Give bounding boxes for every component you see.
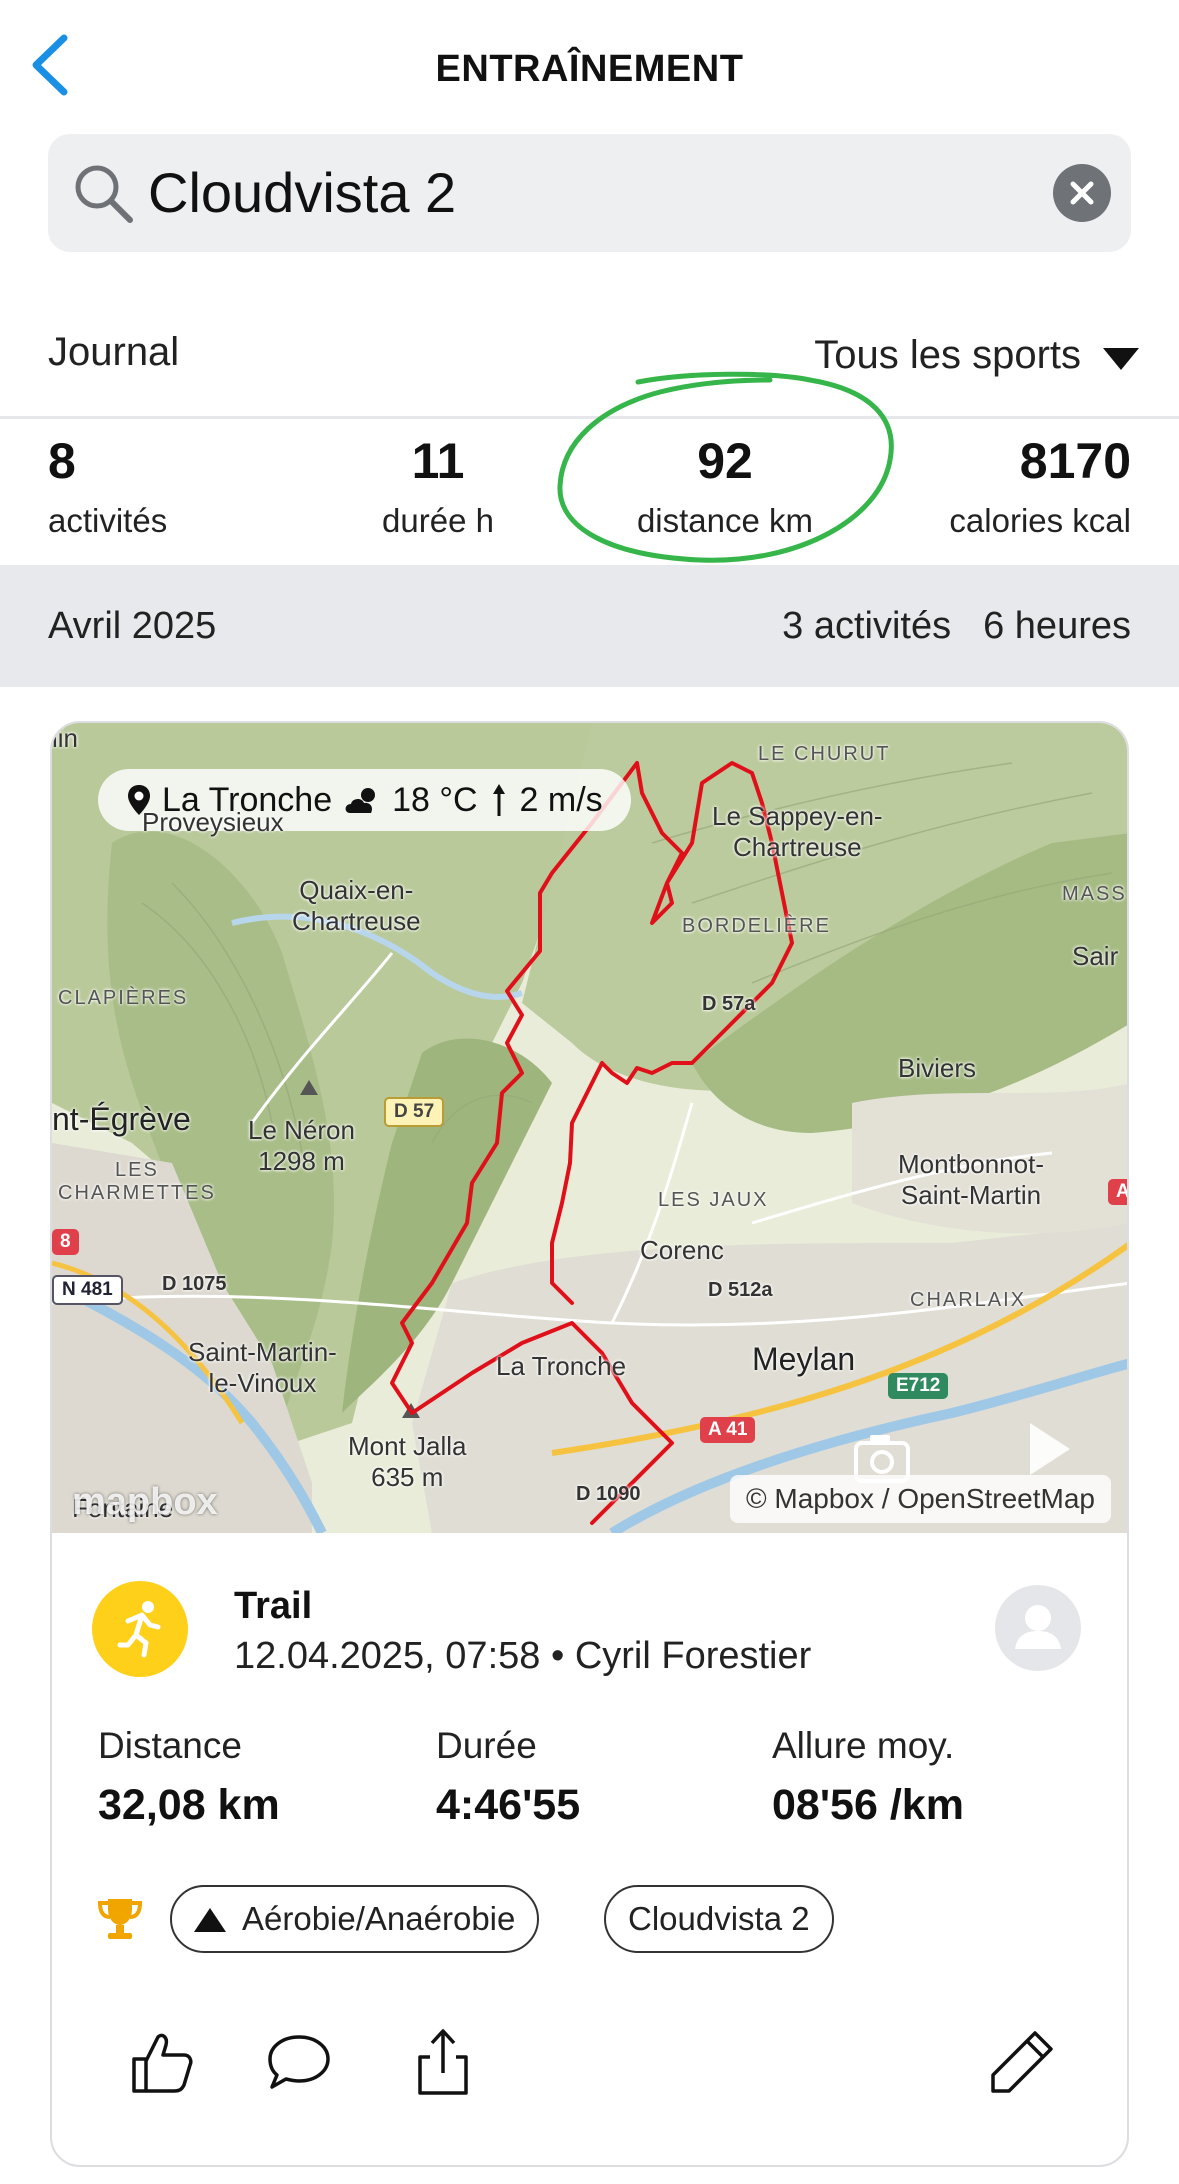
- trail-running-icon: [92, 1581, 188, 1677]
- route-map[interactable]: La Tronche 18 °C 2 m/s Proveysieux lin Q…: [52, 723, 1127, 1533]
- weather-wind: 2 m/s: [519, 780, 603, 819]
- search-icon: [75, 165, 133, 223]
- top-bar: ENTRAÎNEMENT: [0, 0, 1179, 130]
- tag-gear[interactable]: Cloudvista 2: [604, 1885, 834, 1953]
- stat-value: 8170: [1019, 433, 1131, 489]
- road-label: D 512a: [708, 1279, 773, 1301]
- map-attribution[interactable]: © Mapbox / OpenStreetMap: [729, 1475, 1111, 1523]
- stat-label: durée h: [382, 502, 494, 539]
- metric-duration: Durée 4:46'55: [436, 1725, 580, 1830]
- map-label: Meylan: [752, 1341, 856, 1377]
- map-label: LE CHURUT: [758, 743, 891, 765]
- map-label: Quaix-en- Chartreuse: [292, 875, 421, 936]
- search-input[interactable]: Cloudvista 2: [148, 160, 456, 226]
- activity-card[interactable]: La Tronche 18 °C 2 m/s Proveysieux lin Q…: [50, 721, 1129, 2167]
- map-label: Mont Jalla 635 m: [348, 1431, 467, 1492]
- trophy-icon: [98, 1899, 142, 1939]
- metric-value: 32,08 km: [98, 1781, 280, 1829]
- map-label: nt-Égrève: [52, 1101, 191, 1137]
- map-label: CHARLAIX: [910, 1289, 1027, 1311]
- road-label: D 1090: [576, 1483, 641, 1505]
- close-icon: [1070, 181, 1094, 205]
- map-label: Proveysieux: [142, 807, 284, 837]
- stat-calories: 8170 calories kcal: [949, 432, 1131, 540]
- stat-label: distance km: [636, 502, 814, 539]
- road-shield: A 41: [700, 1417, 756, 1443]
- stat-value: 8: [48, 433, 76, 489]
- map-label: BORDELIÈRE: [682, 915, 831, 937]
- stat-distance: 92 distance km: [620, 432, 830, 540]
- stat-label: activités: [48, 502, 168, 539]
- map-label: LES JAUX: [658, 1189, 769, 1211]
- map-label: Saint-Martin- le-Vinoux: [188, 1337, 337, 1398]
- stat-activities: 8 activités: [48, 432, 167, 540]
- month-label: Avril 2025: [48, 605, 217, 647]
- tag-label: Aérobie/Anaérobie: [242, 1900, 516, 1937]
- chevron-down-icon[interactable]: [1103, 348, 1139, 370]
- map-label: Biviers: [898, 1053, 977, 1083]
- divider: [0, 416, 1179, 419]
- user-icon: [1015, 1605, 1061, 1649]
- activity-date-author: 12.04.2025, 07:58 • Cyril Forestier: [234, 1635, 812, 1677]
- metric-label: Allure moy.: [772, 1725, 955, 1766]
- month-header: Avril 2025 3 activités 6 heures: [0, 565, 1179, 687]
- map-label: Le Sappey-en- Chartreuse: [712, 801, 883, 862]
- road-shield: 8: [52, 1229, 79, 1255]
- month-activities: 3 activités: [782, 605, 952, 647]
- tag-aerobic[interactable]: Aérobie/Anaérobie: [170, 1885, 540, 1953]
- stat-duration: 11 durée h: [378, 432, 498, 540]
- metric-label: Durée: [436, 1725, 537, 1766]
- cloud-sun-icon: [345, 788, 376, 813]
- runner-icon: [117, 1601, 161, 1658]
- map-background: [52, 723, 1127, 1533]
- metric-label: Distance: [98, 1725, 242, 1766]
- stat-label: calories kcal: [949, 502, 1131, 539]
- map-label: Montbonnot- Saint-Martin: [898, 1149, 1044, 1210]
- map-label: Sair: [1072, 941, 1119, 971]
- month-hours: 6 heures: [983, 605, 1131, 647]
- map-label: MASS: [1062, 883, 1127, 905]
- wind-arrow-icon: [492, 784, 505, 816]
- road-shield: D 57: [384, 1097, 445, 1127]
- road-shield: N 481: [52, 1275, 123, 1305]
- share-icon[interactable]: [408, 2027, 478, 2097]
- play-icon[interactable]: [1030, 1423, 1070, 1475]
- map-label: Le Néron 1298 m: [248, 1115, 355, 1176]
- stat-value: 92: [697, 433, 753, 489]
- like-icon[interactable]: [126, 2027, 196, 2097]
- month-stats: 3 activités 6 heures: [782, 605, 1131, 648]
- map-label: CLAPIÈRES: [58, 987, 189, 1009]
- road-label: D 1075: [162, 1273, 227, 1295]
- stat-value: 11: [411, 433, 465, 489]
- map-label: LES CHARMETTES: [58, 1159, 216, 1204]
- search-bar[interactable]: Cloudvista 2: [48, 134, 1131, 252]
- road-shield: A: [1108, 1179, 1127, 1205]
- triangle-icon: [194, 1908, 226, 1932]
- edit-pencil-icon[interactable]: [987, 2027, 1057, 2097]
- page-title: ENTRAÎNEMENT: [435, 48, 744, 90]
- metric-pace: Allure moy. 08'56 /km: [772, 1725, 964, 1830]
- map-label: Corenc: [640, 1235, 724, 1265]
- metric-value: 08'56 /km: [772, 1781, 964, 1829]
- weather-temperature: 18 °C: [392, 780, 478, 819]
- journal-label: Journal: [48, 330, 180, 374]
- tag-label: Cloudvista 2: [628, 1900, 810, 1937]
- metric-value: 4:46'55: [436, 1781, 581, 1829]
- road-label: D 57a: [702, 993, 756, 1015]
- clear-search-button[interactable]: [1053, 164, 1111, 222]
- comment-icon[interactable]: [264, 2027, 334, 2097]
- road-shield: E712: [888, 1373, 949, 1399]
- metric-distance: Distance 32,08 km: [98, 1725, 280, 1830]
- map-label: La Tronche: [496, 1351, 627, 1381]
- map-label: lin: [52, 723, 79, 753]
- sport-filter-dropdown[interactable]: Tous les sports: [814, 333, 1081, 378]
- avatar[interactable]: [995, 1585, 1081, 1671]
- mapbox-logo: mapbox: [72, 1481, 218, 1523]
- activity-sport: Trail: [234, 1585, 313, 1627]
